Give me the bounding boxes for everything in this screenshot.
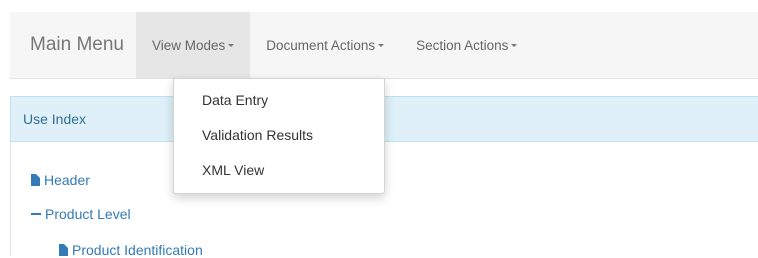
nav-view-modes-label: View Modes xyxy=(152,37,226,53)
file-icon xyxy=(59,244,68,256)
nav-document-actions[interactable]: Document Actions xyxy=(250,12,400,78)
caret-down-icon xyxy=(228,43,235,47)
tree-item-header[interactable]: Header xyxy=(31,172,90,188)
nav-document-actions-label: Document Actions xyxy=(266,37,376,53)
file-icon xyxy=(31,174,40,186)
tree-item-product-level[interactable]: Product Level xyxy=(31,206,131,222)
tree-item-label: Product Level xyxy=(45,206,131,222)
main-navbar: Main Menu View Modes Document Actions Se… xyxy=(10,12,758,79)
caret-down-icon xyxy=(378,43,385,47)
panel-heading-title: Use Index xyxy=(23,111,87,127)
dropdown-item-data-entry[interactable]: Data Entry xyxy=(202,92,268,108)
tree-item-label: Header xyxy=(44,172,90,188)
nav-section-actions-label: Section Actions xyxy=(416,37,509,53)
nav-view-modes[interactable]: View Modes xyxy=(136,12,251,78)
minus-icon[interactable] xyxy=(31,213,41,215)
caret-down-icon xyxy=(511,43,518,47)
brand-main-menu[interactable]: Main Menu xyxy=(30,34,124,56)
dropdown-item-xml-view[interactable]: XML View xyxy=(202,162,264,178)
nav-section-actions[interactable]: Section Actions xyxy=(400,12,533,78)
dropdown-item-validation-results[interactable]: Validation Results xyxy=(202,127,313,143)
view-modes-dropdown-menu: Data Entry Validation Results XML View xyxy=(173,78,385,194)
